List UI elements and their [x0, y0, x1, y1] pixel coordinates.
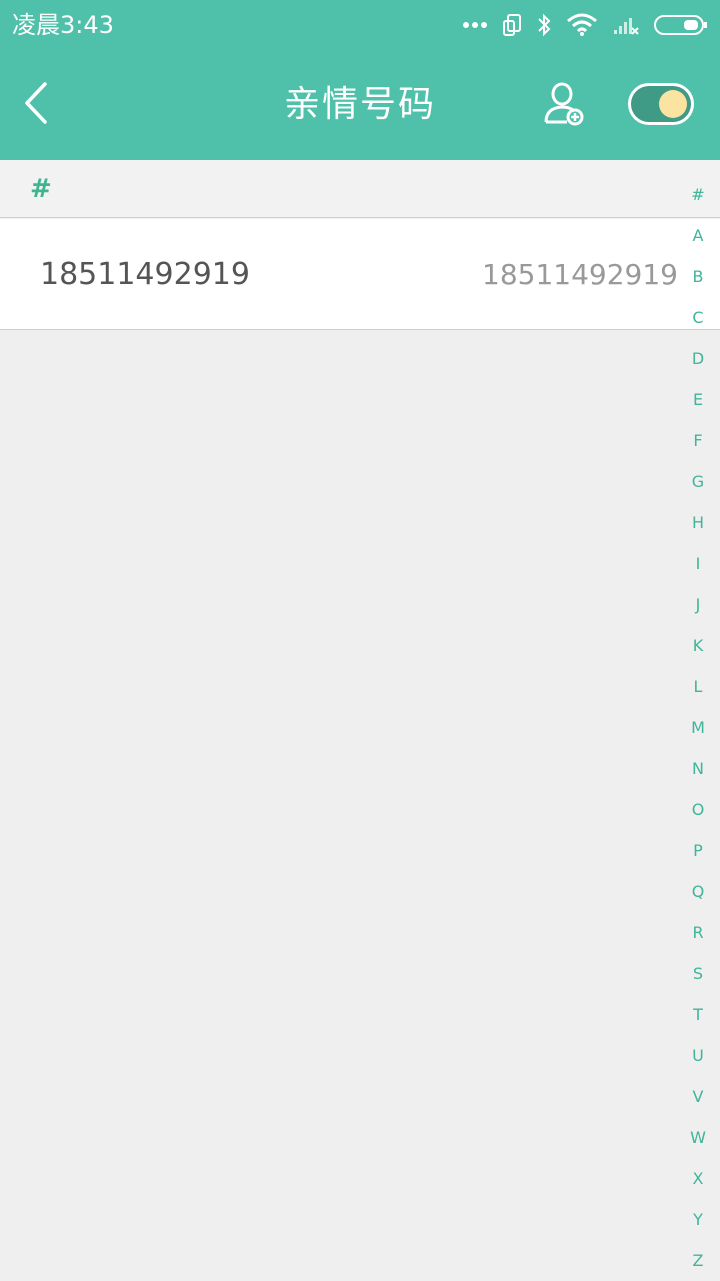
index-letter[interactable]: N [680, 748, 716, 789]
index-letter[interactable]: S [680, 953, 716, 994]
index-letter[interactable]: W [680, 1117, 716, 1158]
contact-number: 18511492919 [482, 258, 678, 291]
index-letter[interactable]: V [680, 1076, 716, 1117]
contact-row[interactable]: 18511492919 18511492919 [0, 219, 720, 330]
index-letter[interactable]: D [680, 338, 716, 379]
bluetooth-icon [536, 12, 552, 38]
battery-icon [654, 14, 708, 36]
index-letter[interactable]: G [680, 461, 716, 502]
index-letter[interactable]: R [680, 912, 716, 953]
status-time: 凌晨3:43 [12, 11, 114, 39]
alphabet-index-bar[interactable]: # A B C D E F G H I J K L M N O P Q R S T U V W X Y Z [680, 174, 716, 1280]
signal-icon [612, 14, 640, 36]
index-letter[interactable]: I [680, 543, 716, 584]
app-bar: 亲情号码 [0, 50, 720, 160]
add-contact-button[interactable] [538, 80, 590, 132]
index-letter[interactable]: T [680, 994, 716, 1035]
index-letter[interactable]: E [680, 379, 716, 420]
index-letter[interactable]: K [680, 625, 716, 666]
index-letter[interactable]: O [680, 789, 716, 830]
index-letter[interactable]: B [680, 256, 716, 297]
screen-rotate-icon [502, 13, 522, 37]
index-letter[interactable]: # [680, 174, 716, 215]
index-letter[interactable]: J [680, 584, 716, 625]
index-letter[interactable]: U [680, 1035, 716, 1076]
add-user-icon [543, 82, 585, 130]
index-letter[interactable]: Y [680, 1199, 716, 1240]
index-letter[interactable]: X [680, 1158, 716, 1199]
section-header: # [0, 160, 720, 218]
page-title: 亲情号码 [283, 84, 436, 125]
index-letter[interactable]: Q [680, 871, 716, 912]
chevron-left-icon [24, 82, 48, 128]
toggle-switch[interactable] [628, 83, 694, 125]
index-letter[interactable]: A [680, 215, 716, 256]
index-letter[interactable]: H [680, 502, 716, 543]
index-letter[interactable]: C [680, 297, 716, 338]
status-bar: 凌晨3:43 [0, 0, 720, 50]
index-letter[interactable]: F [680, 420, 716, 461]
section-letter: # [30, 174, 52, 204]
index-letter[interactable]: P [680, 830, 716, 871]
toggle-knob [659, 90, 687, 118]
index-letter[interactable]: M [680, 707, 716, 748]
index-letter[interactable]: L [680, 666, 716, 707]
wifi-icon [566, 13, 598, 37]
status-icons [462, 10, 708, 40]
back-button[interactable] [16, 78, 56, 132]
index-letter[interactable]: Z [680, 1240, 716, 1281]
more-dots-icon [462, 21, 488, 29]
contact-name: 18511492919 [40, 257, 250, 292]
